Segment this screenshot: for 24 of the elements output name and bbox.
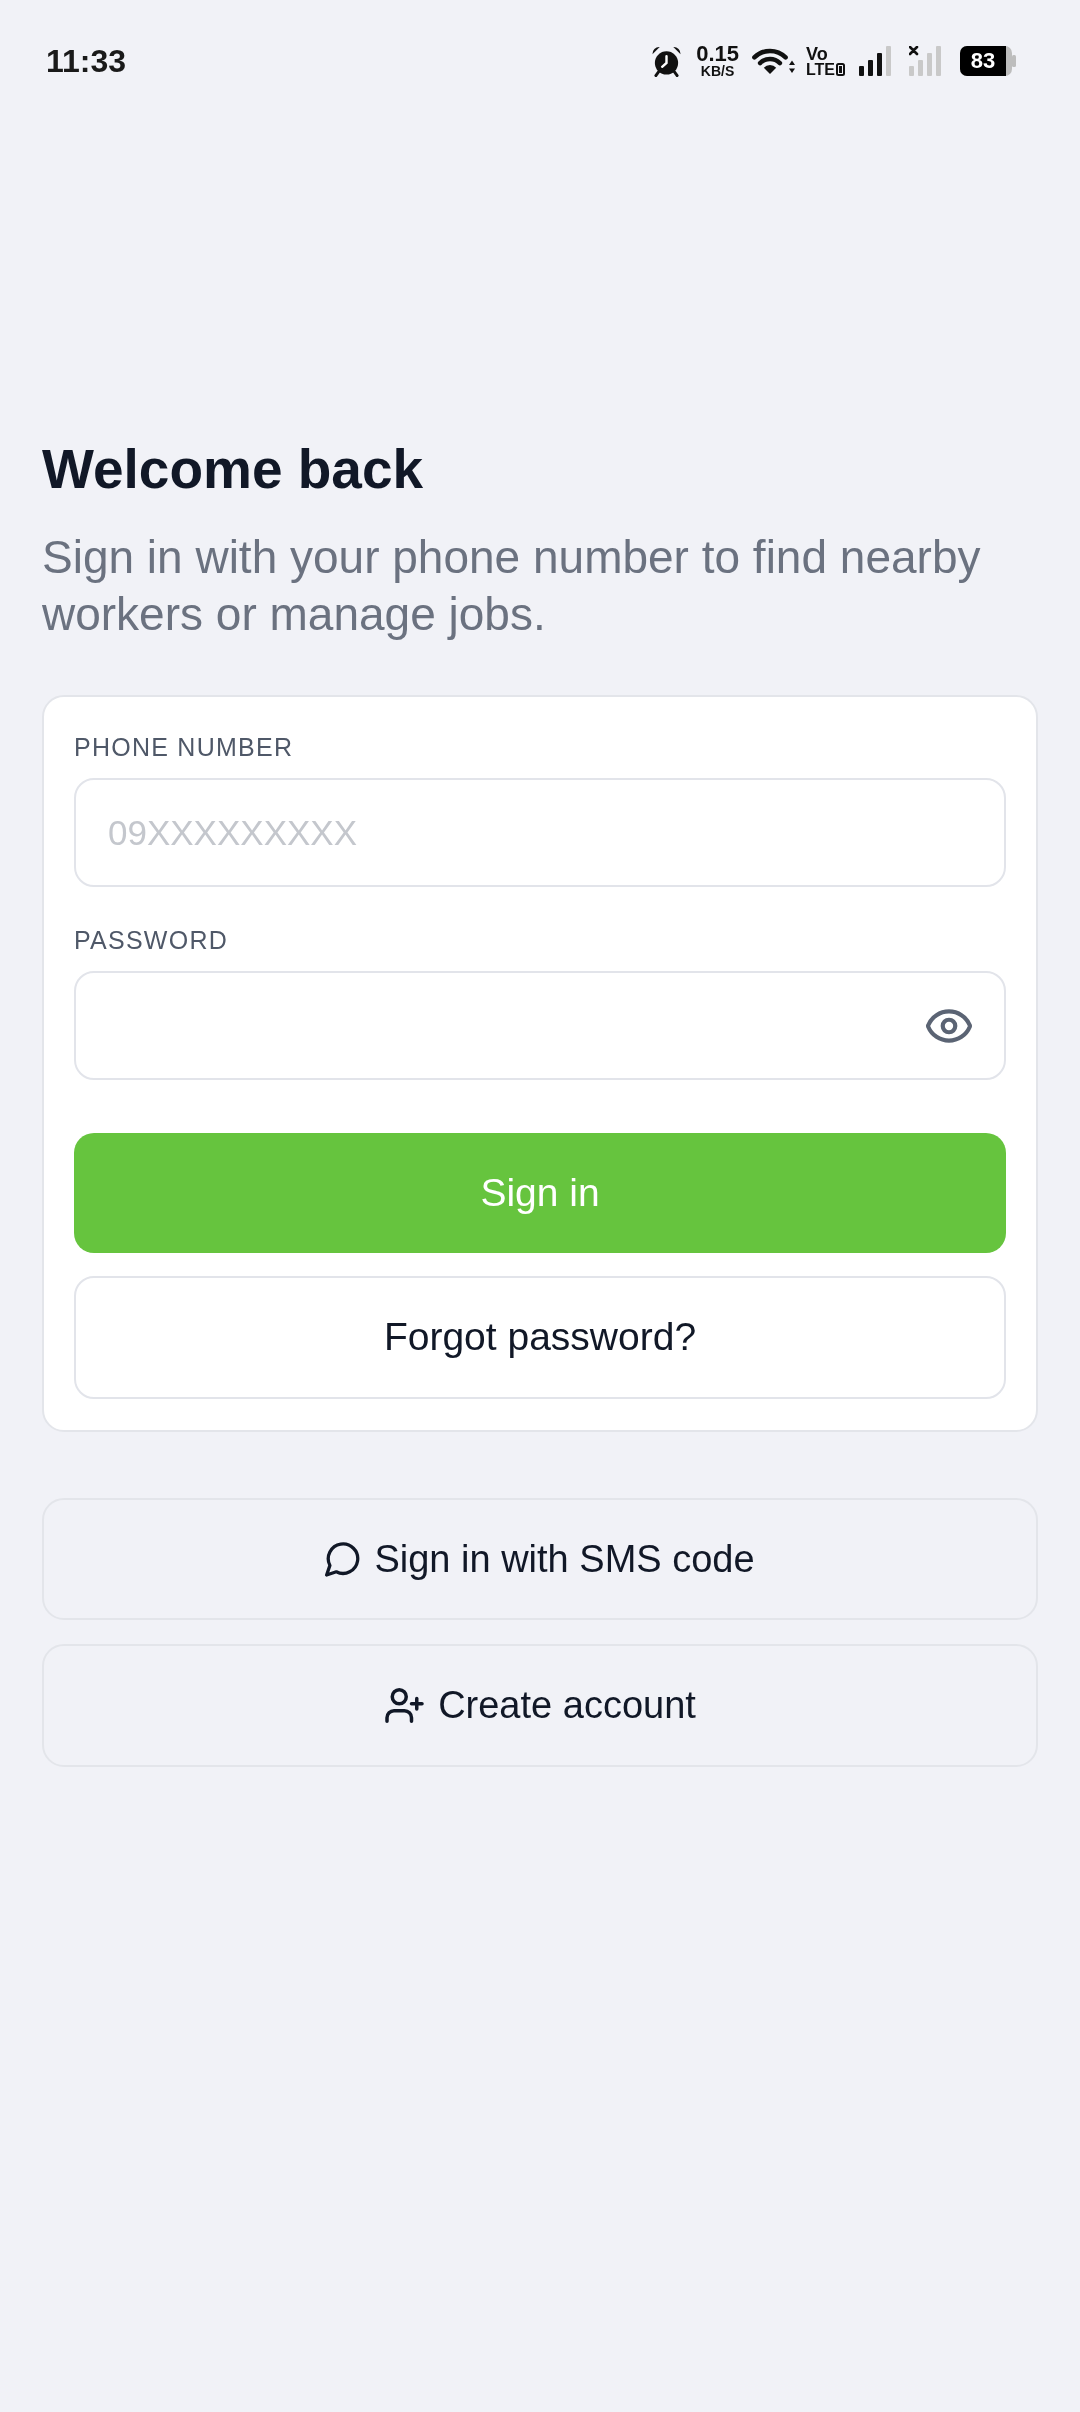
field-label: PHONE NUMBER: [74, 732, 294, 763]
phone-icon: [836, 62, 845, 76]
battery-icon: [960, 46, 1016, 76]
user-plus-icon: [384, 1688, 426, 1723]
eye-icon[interactable]: [926, 1008, 972, 1043]
no-signal-icon: [909, 46, 942, 76]
chat-bubble-icon: [325, 1541, 362, 1577]
field-label: PASSWORD: [74, 925, 228, 956]
forgot-password-button[interactable]: Forgot password?: [74, 1276, 1006, 1399]
signal-icon: [859, 46, 891, 76]
data-speed-unit: KB/S: [700, 64, 735, 78]
page-title: Welcome back: [42, 437, 424, 501]
battery-percentage: 83: [970, 50, 996, 72]
page-subtitle: Sign in with your phone number to find nearby workers or manage jobs.: [42, 530, 982, 642]
create-account-button[interactable]: Create account: [42, 1644, 1038, 1767]
data-speed-value: 0.15: [696, 44, 739, 64]
phone-number-field[interactable]: 09XXXXXXXXX: [74, 778, 1006, 887]
sms-sign-in-button[interactable]: Sign in with SMS code: [42, 1498, 1038, 1620]
alarm-clock-icon: [651, 45, 683, 77]
password-field[interactable]: [74, 971, 1006, 1080]
lte-label: LTE: [805, 61, 835, 77]
wifi-icon: [751, 47, 795, 75]
volte-label: Vo: [805, 45, 828, 62]
status-time: 11:33: [46, 45, 127, 77]
